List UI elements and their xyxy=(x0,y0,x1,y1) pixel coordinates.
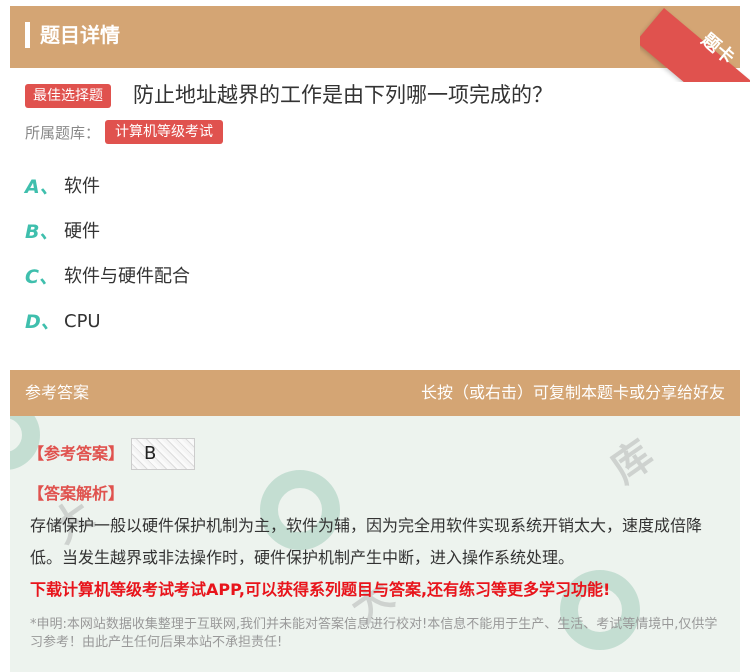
watermark-glyph: 库 xyxy=(602,431,662,493)
option-letter: C、 xyxy=(25,266,58,288)
answer-panel-header: 参考答案 长按（或右击）可复制本题卡或分享给好友 xyxy=(10,370,740,416)
answer-panel[interactable]: 大 大 库 参考答案 长按（或右击）可复制本题卡或分享给好友 【参考答案】 B … xyxy=(10,370,740,672)
option-text: 硬件 xyxy=(64,221,100,242)
option-letter: D、 xyxy=(25,311,60,333)
analysis-label: 【答案解析】 xyxy=(28,484,125,503)
option-letter: B、 xyxy=(25,221,59,243)
question-text: 防止地址越界的工作是由下列哪一项完成的？ xyxy=(133,83,553,107)
option-text: CPU xyxy=(64,311,101,332)
share-hint: 长按（或右击）可复制本题卡或分享给好友 xyxy=(420,383,725,402)
app-download-link[interactable]: 下载计算机等级考试考试APP,可以获得系列题目与答案,还有练习等更多学习功能! xyxy=(30,577,730,603)
question-card-ribbon[interactable]: 题卡 xyxy=(640,0,750,82)
source-label: 所属题库： xyxy=(25,124,101,142)
reference-answer-label: 【参考答案】 xyxy=(28,444,125,463)
reference-answer-value: B xyxy=(144,443,157,464)
answer-panel-title: 参考答案 xyxy=(25,383,90,402)
disclaimer-text: *申明:本网站数据收集整理于互联网,我们并未能对答案信息进行校对!本信息不能用于… xyxy=(30,617,718,650)
header-accent-bar xyxy=(25,22,30,48)
question-type-badge: 最佳选择题 xyxy=(25,84,111,108)
option-letter: A、 xyxy=(25,176,59,198)
source-tag[interactable]: 计算机等级考试 xyxy=(105,120,223,144)
reference-answer-image: B xyxy=(131,438,195,470)
option-text: 软件与硬件配合 xyxy=(64,266,190,287)
analysis-text: 存储保护一般以硬件保护机制为主，软件为辅，因为完全用软件实现系统开销太大，速度成… xyxy=(30,516,703,567)
question-row: 最佳选择题 防止地址越界的工作是由下列哪一项完成的？ xyxy=(25,80,725,112)
option-text: 软件 xyxy=(64,176,100,197)
page-title: 题目详情 xyxy=(40,23,120,47)
